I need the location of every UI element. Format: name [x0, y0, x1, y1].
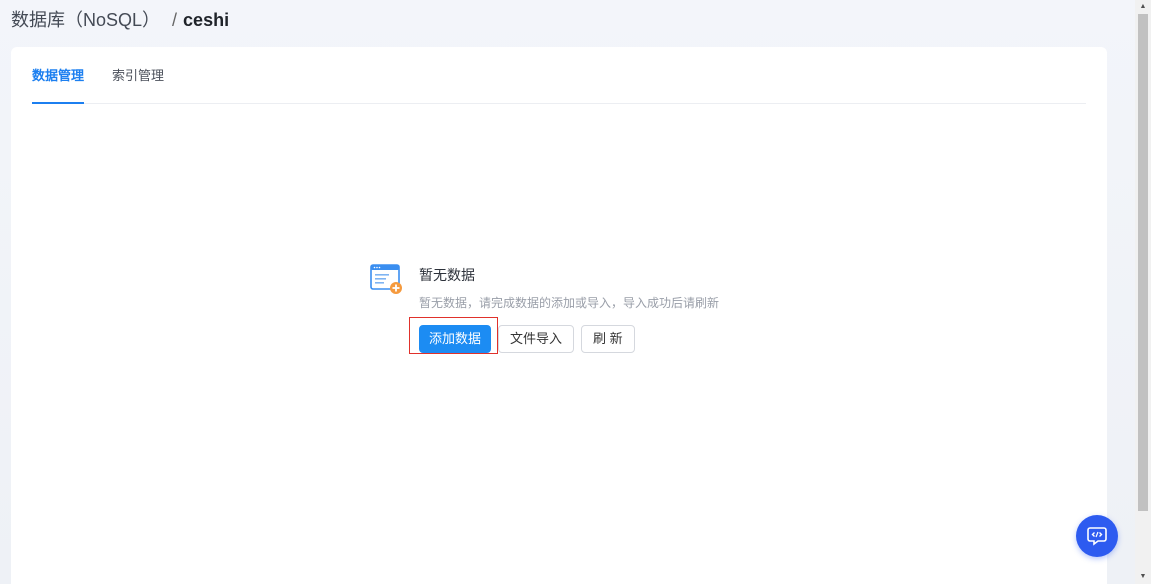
breadcrumb-current: ceshi: [183, 10, 230, 30]
empty-title: 暂无数据: [419, 267, 475, 283]
tab-data-management[interactable]: 数据管理: [32, 47, 85, 104]
tab-index-management[interactable]: 索引管理: [112, 47, 164, 103]
empty-state: 暂无数据 暂无数据，请完成数据的添加或导入，导入成功后请刷新 添加数据 文件导入…: [368, 261, 788, 371]
breadcrumb-separator: /: [172, 10, 178, 30]
vertical-scrollbar[interactable]: ▲ ▼: [1135, 0, 1151, 584]
empty-data-icon: [370, 264, 402, 294]
breadcrumb: 数据库（NoSQL） / ceshi: [11, 6, 229, 30]
scroll-down-icon[interactable]: ▼: [1135, 570, 1151, 584]
page: 数据库（NoSQL） / ceshi 数据管理 索引管理 暂无数据 暂无数据，请…: [0, 0, 1151, 584]
refresh-button[interactable]: 刷 新: [581, 325, 635, 353]
add-data-button[interactable]: 添加数据: [419, 325, 491, 353]
code-chat-icon: [1087, 527, 1107, 546]
import-file-button[interactable]: 文件导入: [498, 325, 575, 353]
scroll-up-icon[interactable]: ▲: [1135, 0, 1151, 14]
empty-description: 暂无数据，请完成数据的添加或导入，导入成功后请刷新: [419, 296, 720, 310]
action-group: 添加数据 文件导入 刷 新: [409, 317, 642, 354]
help-chat-button[interactable]: [1076, 515, 1118, 557]
scrollbar-thumb[interactable]: [1138, 14, 1148, 511]
breadcrumb-parent[interactable]: 数据库（NoSQL）: [11, 6, 160, 32]
tab-bar: 数据管理 索引管理: [32, 47, 1086, 104]
